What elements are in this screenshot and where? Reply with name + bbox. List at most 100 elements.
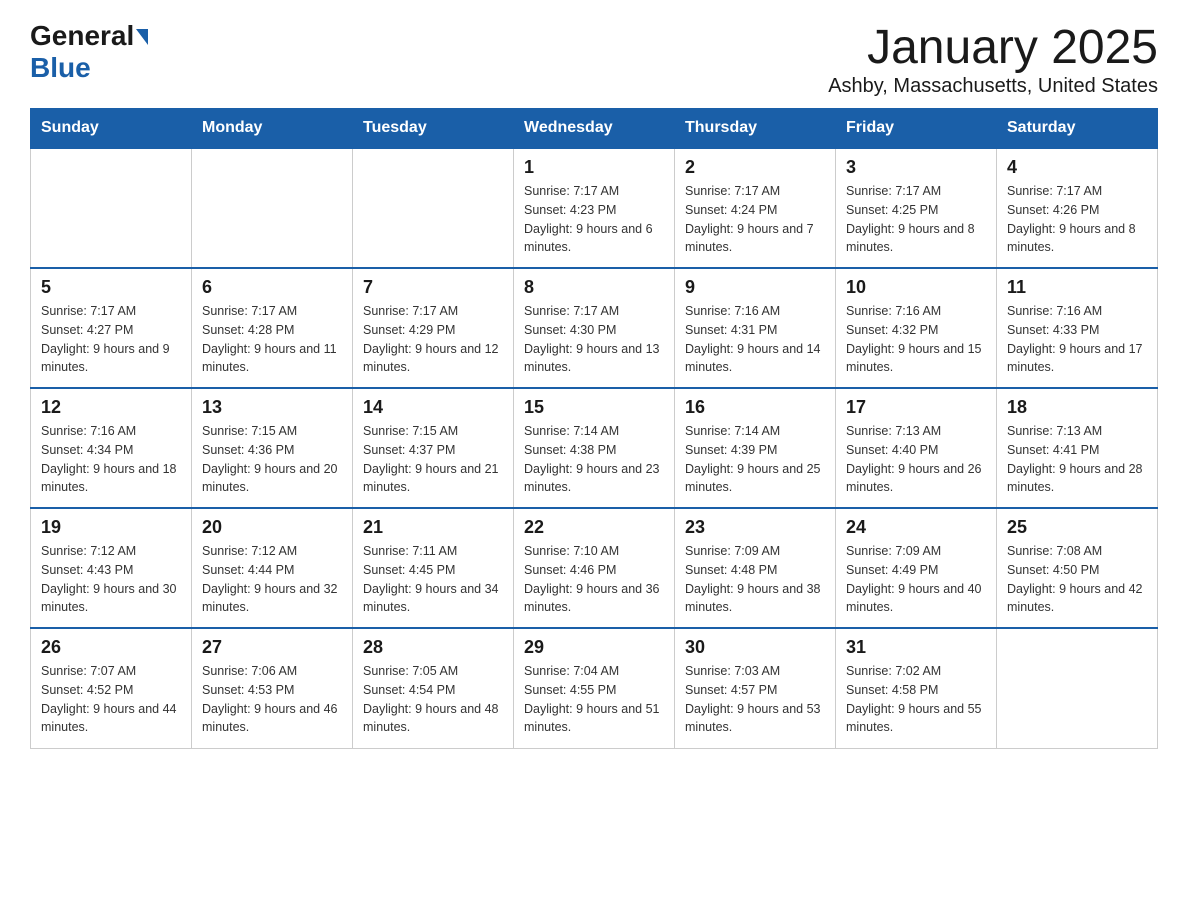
day-info: Sunrise: 7:02 AM Sunset: 4:58 PM Dayligh… [846, 662, 986, 737]
day-info: Sunrise: 7:14 AM Sunset: 4:39 PM Dayligh… [685, 422, 825, 497]
day-info: Sunrise: 7:17 AM Sunset: 4:27 PM Dayligh… [41, 302, 181, 377]
day-info: Sunrise: 7:06 AM Sunset: 4:53 PM Dayligh… [202, 662, 342, 737]
day-of-week-header: Tuesday [353, 109, 514, 149]
day-number: 12 [41, 397, 181, 418]
calendar-day-cell: 11 Sunrise: 7:16 AM Sunset: 4:33 PM Dayli… [997, 268, 1158, 388]
calendar-day-cell: 15Sunrise: 7:14 AM Sunset: 4:38 PM Dayli… [514, 388, 675, 508]
day-info: Sunrise: 7:13 AM Sunset: 4:40 PM Dayligh… [846, 422, 986, 497]
calendar-day-cell: 3 Sunrise: 7:17 AM Sunset: 4:25 PM Daylig… [836, 148, 997, 268]
day-number: 6 [202, 277, 342, 298]
calendar-day-cell: 20 Sunrise: 7:12 AM Sunset: 4:44 PM Dayli… [192, 508, 353, 628]
day-info: Sunrise: 7:17 AM Sunset: 4:26 PM Dayligh… [1007, 182, 1147, 257]
day-info: Sunrise: 7:12 AM Sunset: 4:44 PM Dayligh… [202, 542, 342, 617]
calendar-day-cell [353, 148, 514, 268]
calendar-day-cell: 5 Sunrise: 7:17 AM Sunset: 4:27 PM Daylig… [31, 268, 192, 388]
days-of-week-row: SundayMondayTuesdayWednesdayThursdayFrid… [31, 109, 1158, 149]
page-header: General Blue January 2025 Ashby, Massach… [30, 20, 1158, 98]
day-number: 24 [846, 517, 986, 538]
calendar-day-cell: 2 Sunrise: 7:17 AM Sunset: 4:24 PM Daylig… [675, 148, 836, 268]
day-number: 23 [685, 517, 825, 538]
calendar-day-cell: 23Sunrise: 7:09 AM Sunset: 4:48 PM Dayli… [675, 508, 836, 628]
calendar-day-cell: 29 Sunrise: 7:04 AM Sunset: 4:55 PM Dayli… [514, 628, 675, 748]
title-area: January 2025 Ashby, Massachusetts, Unite… [828, 20, 1158, 98]
day-number: 2 [685, 157, 825, 178]
day-number: 20 [202, 517, 342, 538]
day-number: 29 [524, 637, 664, 658]
day-info: Sunrise: 7:15 AM Sunset: 4:36 PM Dayligh… [202, 422, 342, 497]
day-number: 26 [41, 637, 181, 658]
calendar-day-cell: 31 Sunrise: 7:02 AM Sunset: 4:58 PM Dayli… [836, 628, 997, 748]
day-info: Sunrise: 7:10 AM Sunset: 4:46 PM Dayligh… [524, 542, 664, 617]
calendar-day-cell [31, 148, 192, 268]
day-info: Sunrise: 7:12 AM Sunset: 4:43 PM Dayligh… [41, 542, 181, 617]
day-number: 19 [41, 517, 181, 538]
day-info: Sunrise: 7:17 AM Sunset: 4:28 PM Dayligh… [202, 302, 342, 377]
day-number: 25 [1007, 517, 1147, 538]
day-number: 28 [363, 637, 503, 658]
day-info: Sunrise: 7:04 AM Sunset: 4:55 PM Dayligh… [524, 662, 664, 737]
calendar-day-cell [192, 148, 353, 268]
calendar-day-cell: 24 Sunrise: 7:09 AM Sunset: 4:49 PM Dayli… [836, 508, 997, 628]
day-of-week-header: Thursday [675, 109, 836, 149]
calendar-week-row: 5 Sunrise: 7:17 AM Sunset: 4:27 PM Daylig… [31, 268, 1158, 388]
day-number: 5 [41, 277, 181, 298]
logo-blue-text: Blue [30, 52, 91, 84]
day-info: Sunrise: 7:15 AM Sunset: 4:37 PM Dayligh… [363, 422, 503, 497]
day-of-week-header: Monday [192, 109, 353, 149]
calendar-day-cell: 17Sunrise: 7:13 AM Sunset: 4:40 PM Dayli… [836, 388, 997, 508]
day-number: 9 [685, 277, 825, 298]
day-number: 7 [363, 277, 503, 298]
calendar-day-cell: 13 Sunrise: 7:15 AM Sunset: 4:36 PM Dayli… [192, 388, 353, 508]
calendar-day-cell: 4Sunrise: 7:17 AM Sunset: 4:26 PM Daylig… [997, 148, 1158, 268]
day-of-week-header: Wednesday [514, 109, 675, 149]
day-info: Sunrise: 7:11 AM Sunset: 4:45 PM Dayligh… [363, 542, 503, 617]
day-info: Sunrise: 7:09 AM Sunset: 4:49 PM Dayligh… [846, 542, 986, 617]
day-info: Sunrise: 7:17 AM Sunset: 4:24 PM Dayligh… [685, 182, 825, 257]
day-of-week-header: Sunday [31, 109, 192, 149]
day-number: 3 [846, 157, 986, 178]
calendar-day-cell: 1 Sunrise: 7:17 AM Sunset: 4:23 PM Daylig… [514, 148, 675, 268]
calendar-week-row: 19 Sunrise: 7:12 AM Sunset: 4:43 PM Dayli… [31, 508, 1158, 628]
calendar-day-cell: 16 Sunrise: 7:14 AM Sunset: 4:39 PM Dayli… [675, 388, 836, 508]
calendar-day-cell: 27Sunrise: 7:06 AM Sunset: 4:53 PM Dayli… [192, 628, 353, 748]
day-number: 22 [524, 517, 664, 538]
day-info: Sunrise: 7:07 AM Sunset: 4:52 PM Dayligh… [41, 662, 181, 737]
day-number: 11 [1007, 277, 1147, 298]
day-info: Sunrise: 7:17 AM Sunset: 4:30 PM Dayligh… [524, 302, 664, 377]
location-subtitle: Ashby, Massachusetts, United States [828, 75, 1158, 98]
day-number: 16 [685, 397, 825, 418]
day-info: Sunrise: 7:13 AM Sunset: 4:41 PM Dayligh… [1007, 422, 1147, 497]
day-number: 30 [685, 637, 825, 658]
day-info: Sunrise: 7:17 AM Sunset: 4:29 PM Dayligh… [363, 302, 503, 377]
logo-general-text: General [30, 20, 134, 52]
day-of-week-header: Friday [836, 109, 997, 149]
calendar-week-row: 12 Sunrise: 7:16 AM Sunset: 4:34 PM Dayli… [31, 388, 1158, 508]
calendar-day-cell: 25 Sunrise: 7:08 AM Sunset: 4:50 PM Dayli… [997, 508, 1158, 628]
calendar-day-cell: 10 Sunrise: 7:16 AM Sunset: 4:32 PM Dayli… [836, 268, 997, 388]
day-number: 13 [202, 397, 342, 418]
calendar-day-cell: 21Sunrise: 7:11 AM Sunset: 4:45 PM Dayli… [353, 508, 514, 628]
day-info: Sunrise: 7:14 AM Sunset: 4:38 PM Dayligh… [524, 422, 664, 497]
calendar-day-cell: 8Sunrise: 7:17 AM Sunset: 4:30 PM Daylig… [514, 268, 675, 388]
calendar-day-cell: 9Sunrise: 7:16 AM Sunset: 4:31 PM Daylig… [675, 268, 836, 388]
day-number: 1 [524, 157, 664, 178]
calendar-day-cell: 18 Sunrise: 7:13 AM Sunset: 4:41 PM Dayli… [997, 388, 1158, 508]
day-info: Sunrise: 7:08 AM Sunset: 4:50 PM Dayligh… [1007, 542, 1147, 617]
calendar-day-cell: 22 Sunrise: 7:10 AM Sunset: 4:46 PM Dayli… [514, 508, 675, 628]
day-number: 31 [846, 637, 986, 658]
day-number: 10 [846, 277, 986, 298]
day-info: Sunrise: 7:16 AM Sunset: 4:32 PM Dayligh… [846, 302, 986, 377]
calendar-day-cell: 26 Sunrise: 7:07 AM Sunset: 4:52 PM Dayli… [31, 628, 192, 748]
calendar-day-cell: 6 Sunrise: 7:17 AM Sunset: 4:28 PM Daylig… [192, 268, 353, 388]
day-number: 18 [1007, 397, 1147, 418]
calendar-day-cell: 19 Sunrise: 7:12 AM Sunset: 4:43 PM Dayli… [31, 508, 192, 628]
calendar-day-cell: 30Sunrise: 7:03 AM Sunset: 4:57 PM Dayli… [675, 628, 836, 748]
calendar-day-cell: 14Sunrise: 7:15 AM Sunset: 4:37 PM Dayli… [353, 388, 514, 508]
month-title: January 2025 [828, 20, 1158, 75]
logo-arrow-icon [136, 29, 148, 45]
day-info: Sunrise: 7:16 AM Sunset: 4:33 PM Dayligh… [1007, 302, 1147, 377]
day-info: Sunrise: 7:16 AM Sunset: 4:34 PM Dayligh… [41, 422, 181, 497]
day-info: Sunrise: 7:17 AM Sunset: 4:25 PM Dayligh… [846, 182, 986, 257]
day-info: Sunrise: 7:17 AM Sunset: 4:23 PM Dayligh… [524, 182, 664, 257]
calendar-day-cell: 28Sunrise: 7:05 AM Sunset: 4:54 PM Dayli… [353, 628, 514, 748]
